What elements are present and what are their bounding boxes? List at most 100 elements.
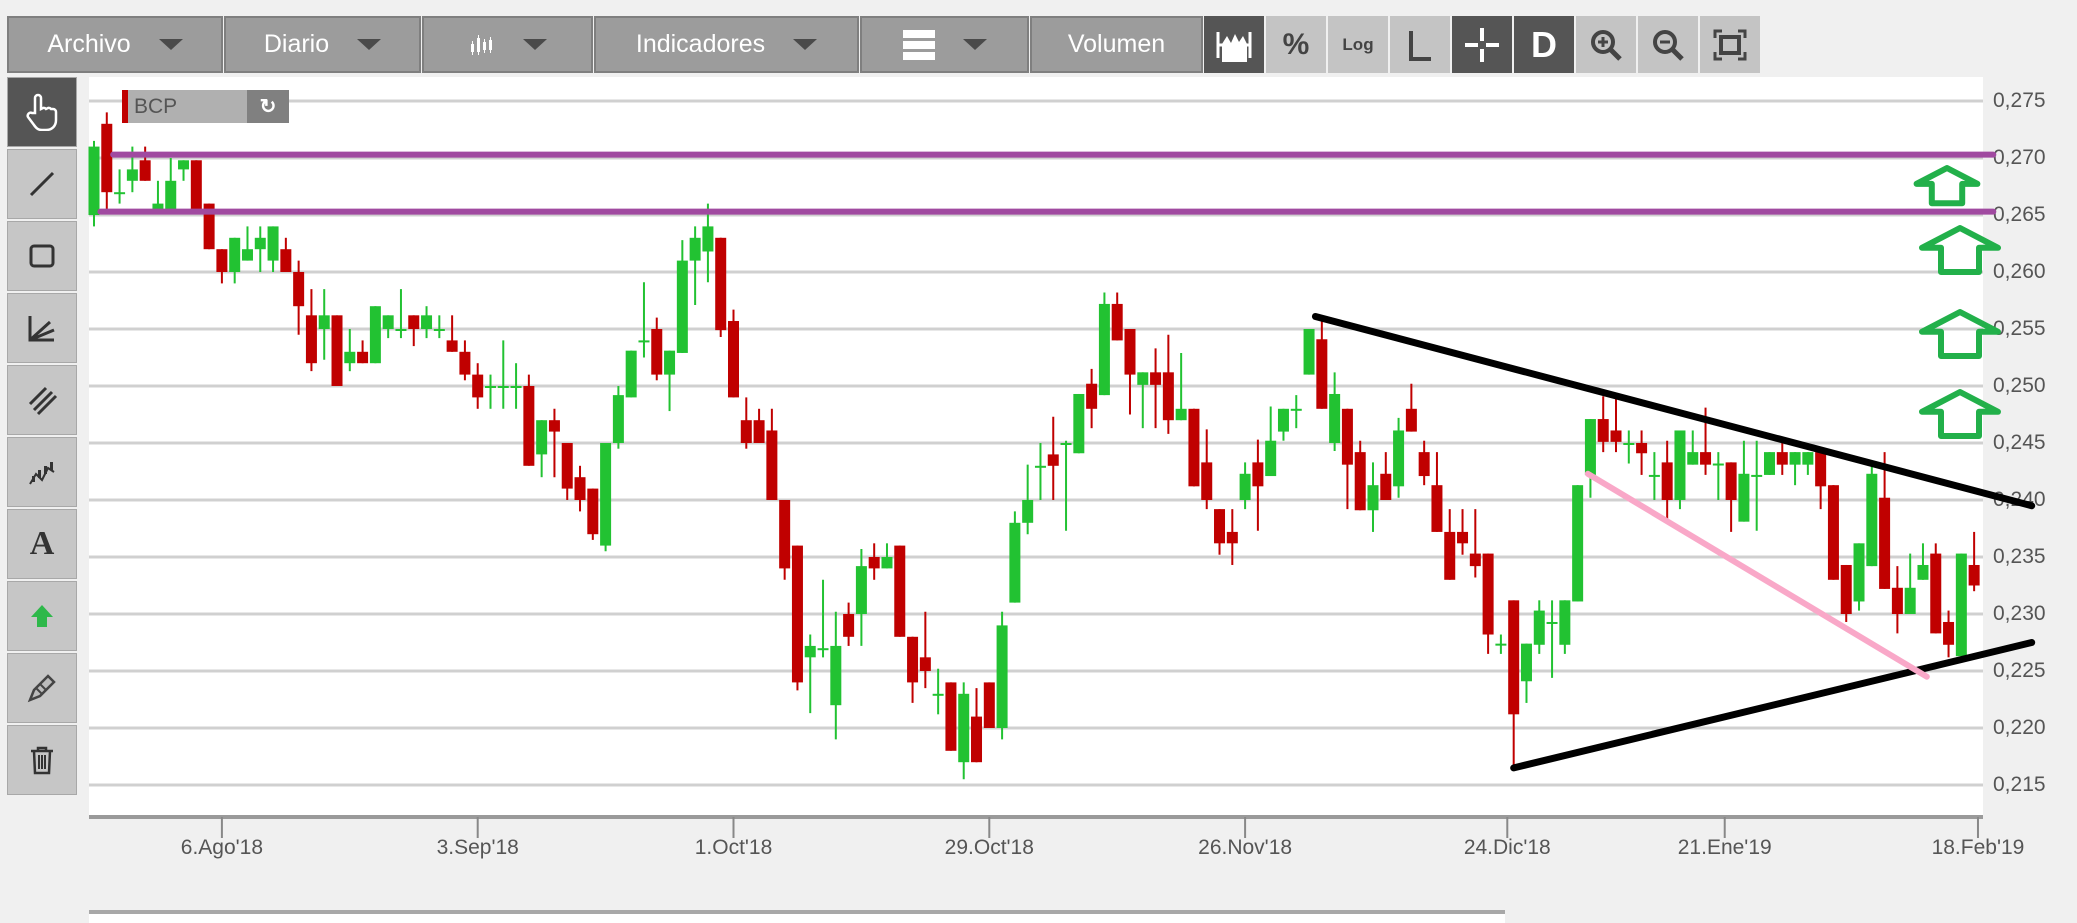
candle-up bbox=[165, 180, 177, 210]
candle-up bbox=[1060, 443, 1072, 445]
candle-down bbox=[305, 315, 317, 364]
candle-up bbox=[1137, 372, 1149, 385]
candle-down bbox=[1405, 408, 1417, 432]
candle-up bbox=[612, 395, 624, 443]
candle-down bbox=[1815, 452, 1827, 487]
candle-up bbox=[126, 169, 138, 181]
candle-down bbox=[1610, 430, 1622, 442]
candle-down bbox=[1469, 553, 1481, 567]
candle-down bbox=[1891, 587, 1903, 614]
candle-down bbox=[894, 545, 906, 637]
symbol-name: BCP bbox=[128, 90, 247, 123]
candle-down bbox=[1214, 509, 1226, 544]
symbol-legend[interactable]: BCP ↻ bbox=[122, 90, 289, 123]
candle-up bbox=[1572, 485, 1584, 602]
candle-down bbox=[919, 657, 931, 671]
candle-down bbox=[101, 123, 113, 193]
candle-up bbox=[1495, 643, 1507, 646]
candle-down bbox=[651, 329, 663, 375]
candle-down bbox=[1226, 531, 1238, 544]
candle-down bbox=[1124, 329, 1136, 375]
candle-up bbox=[1022, 500, 1034, 523]
candle-up bbox=[1802, 452, 1814, 465]
candle-down bbox=[574, 477, 586, 500]
candle-down bbox=[1943, 621, 1955, 645]
trend-line bbox=[1510, 639, 2036, 772]
arrow-up-icon bbox=[1919, 225, 2001, 275]
navigator-scrollbar[interactable] bbox=[89, 910, 1505, 923]
candle-up bbox=[817, 648, 829, 651]
candle-down bbox=[1444, 531, 1456, 580]
candle-down bbox=[945, 682, 957, 751]
candle-up bbox=[689, 237, 701, 261]
candle-down bbox=[753, 420, 765, 443]
candle-down bbox=[868, 557, 880, 569]
candle-down bbox=[1418, 452, 1430, 477]
candle-up bbox=[1738, 473, 1750, 522]
candle-up bbox=[1917, 564, 1929, 580]
candle-up bbox=[1034, 465, 1046, 468]
candle-up bbox=[881, 557, 893, 569]
candle-up bbox=[1329, 393, 1341, 443]
candle-up bbox=[1175, 408, 1187, 421]
candle-up bbox=[241, 249, 253, 261]
candle-down bbox=[1201, 462, 1213, 500]
candle-down bbox=[357, 351, 369, 364]
candle-down bbox=[1354, 452, 1366, 511]
candle-down bbox=[1431, 485, 1443, 532]
candle-up bbox=[88, 146, 100, 215]
candle-up bbox=[1009, 522, 1021, 603]
candle-up bbox=[1277, 408, 1289, 432]
candle-down bbox=[190, 160, 202, 210]
candle-down bbox=[1047, 454, 1059, 466]
candle-up bbox=[1303, 329, 1315, 375]
candle-up bbox=[382, 315, 394, 329]
candle-up bbox=[229, 237, 241, 272]
candle-up bbox=[1098, 303, 1110, 396]
candle-up bbox=[510, 386, 522, 388]
candle-down bbox=[331, 315, 343, 386]
candle-up bbox=[267, 226, 279, 261]
refresh-icon[interactable]: ↻ bbox=[247, 90, 289, 123]
candle-down bbox=[1661, 462, 1673, 500]
candle-up bbox=[1559, 600, 1571, 645]
candlestick-plot[interactable] bbox=[0, 0, 2077, 919]
candle-up bbox=[254, 237, 266, 250]
candle-up bbox=[152, 203, 164, 210]
candle-up bbox=[1290, 408, 1302, 411]
candle-up bbox=[625, 350, 637, 398]
candle-up bbox=[484, 386, 496, 388]
candle-down bbox=[1111, 303, 1123, 341]
candle-up bbox=[600, 443, 612, 546]
candle-up bbox=[1546, 621, 1558, 624]
candle-down bbox=[791, 545, 803, 683]
candle-down bbox=[1879, 497, 1891, 589]
candle-down bbox=[1086, 383, 1098, 409]
candle-down bbox=[907, 636, 919, 683]
candle-up bbox=[996, 625, 1008, 728]
candle-up bbox=[1955, 553, 1967, 657]
candle-up bbox=[804, 645, 816, 658]
candle-up bbox=[1584, 419, 1596, 475]
candle-down bbox=[1968, 564, 1980, 586]
candle-up bbox=[1763, 452, 1775, 475]
candle-down bbox=[1252, 462, 1264, 487]
candle-down bbox=[779, 500, 791, 569]
candle-up bbox=[1520, 643, 1532, 682]
candle-up bbox=[318, 315, 330, 329]
candle-down bbox=[587, 488, 599, 535]
candle-up bbox=[395, 329, 407, 331]
arrow-up-icon bbox=[1919, 309, 2001, 359]
candle-up bbox=[676, 260, 688, 353]
candle-down bbox=[408, 315, 420, 329]
candle-down bbox=[472, 374, 484, 398]
candle-down bbox=[1380, 473, 1392, 500]
candle-up bbox=[433, 329, 445, 331]
candle-up bbox=[1712, 463, 1724, 466]
candle-down bbox=[1482, 553, 1494, 635]
candle-up bbox=[958, 693, 970, 763]
candle-down bbox=[1930, 553, 1942, 634]
candle-up bbox=[421, 315, 433, 329]
candle-up bbox=[1239, 473, 1251, 500]
candle-down bbox=[139, 160, 151, 181]
